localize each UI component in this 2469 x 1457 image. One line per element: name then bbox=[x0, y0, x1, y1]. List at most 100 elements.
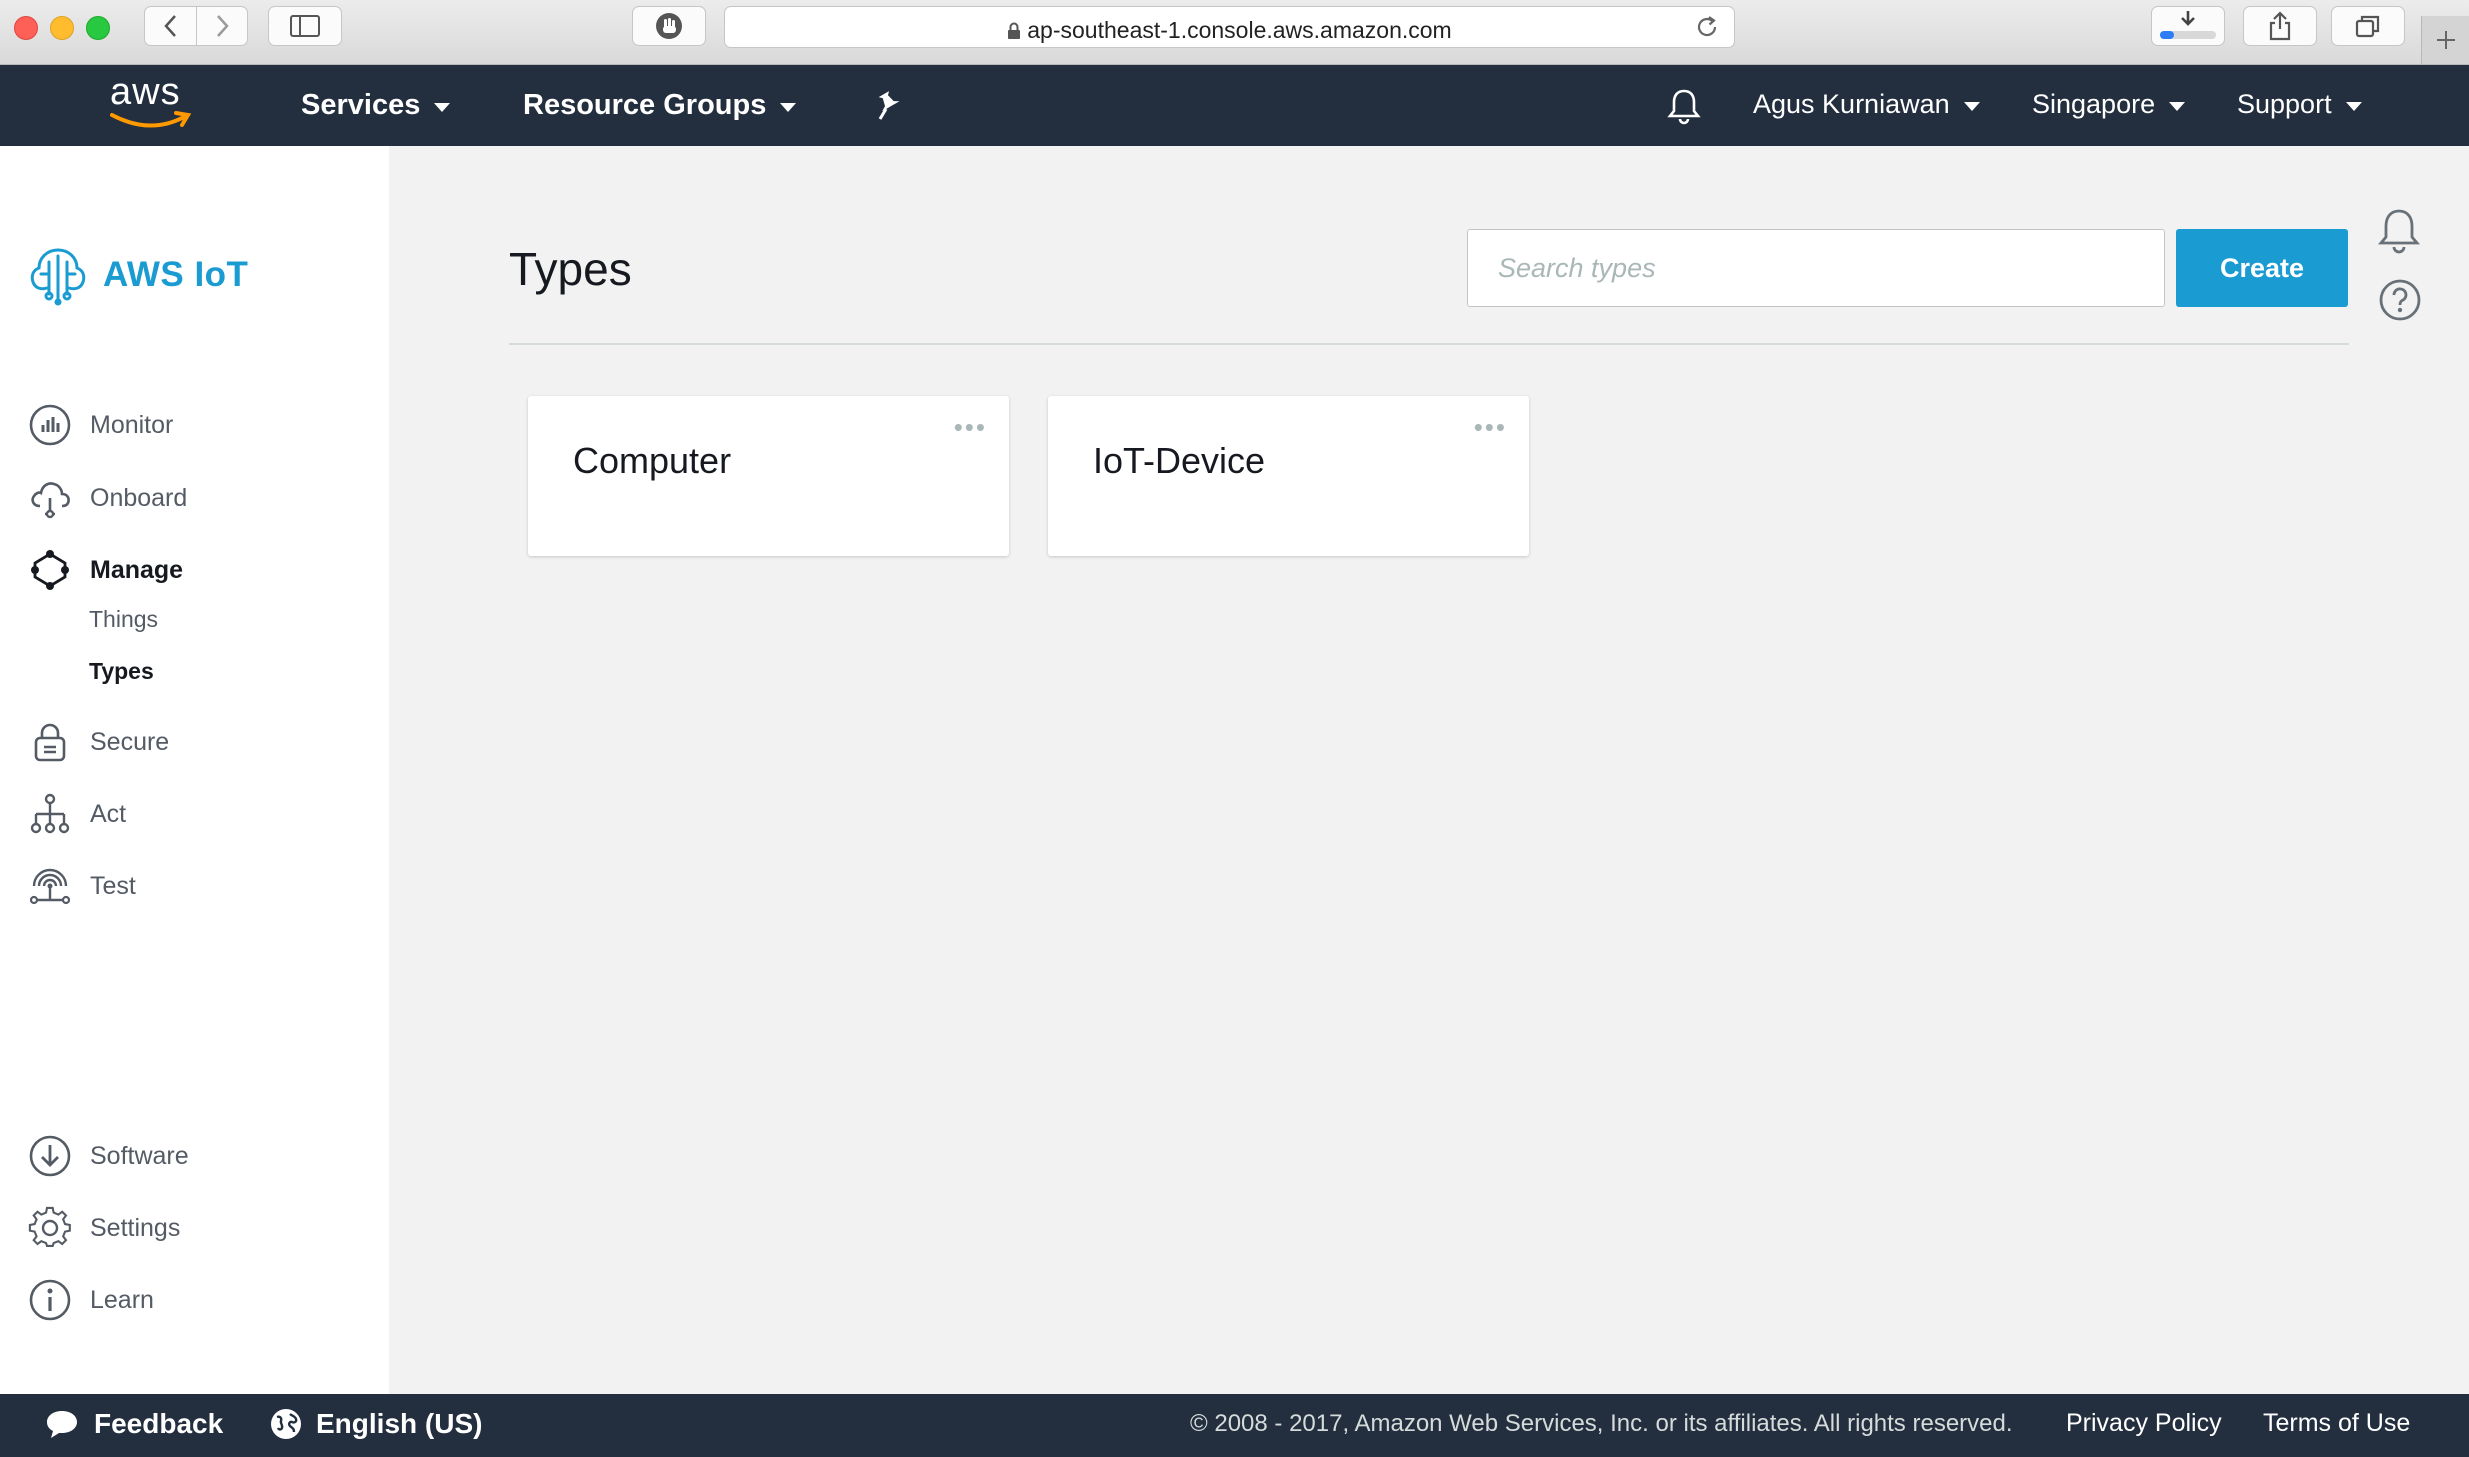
chevron-down-icon bbox=[2169, 101, 2186, 111]
url-value: ap-southeast-1.console.aws.amazon.com bbox=[1027, 17, 1452, 43]
download-icon bbox=[2160, 11, 2216, 39]
gear-icon bbox=[28, 1206, 71, 1247]
chevron-left-icon bbox=[163, 15, 176, 37]
bar-chart-icon bbox=[29, 404, 71, 446]
chevron-down-icon bbox=[434, 102, 451, 112]
address-bar[interactable]: ap-southeast-1.console.aws.amazon.com bbox=[724, 6, 1735, 48]
sidebar-item-test[interactable]: Test bbox=[28, 864, 136, 908]
sidebar-subitem-things[interactable]: Things bbox=[89, 606, 158, 633]
sidebar-item-settings[interactable]: Settings bbox=[28, 1206, 180, 1250]
header-divider bbox=[509, 343, 2349, 345]
new-tab-button[interactable] bbox=[2421, 16, 2469, 64]
sidebar-item-learn[interactable]: Learn bbox=[28, 1278, 154, 1322]
manage-icon bbox=[31, 550, 69, 590]
back-forward-buttons bbox=[144, 6, 248, 46]
download-icon bbox=[29, 1135, 71, 1177]
sidebar-item-onboard[interactable]: Onboard bbox=[28, 476, 187, 520]
resource-groups-menu[interactable]: Resource Groups bbox=[523, 89, 797, 122]
hand-icon bbox=[656, 13, 682, 39]
sidebar-item-label: Manage bbox=[90, 555, 184, 584]
help-icon bbox=[2379, 279, 2421, 321]
chevron-down-icon bbox=[1963, 101, 1980, 111]
lock-icon bbox=[34, 723, 66, 762]
aws-iot-brand[interactable]: AWS IoT bbox=[27, 244, 248, 306]
pin-button[interactable] bbox=[874, 89, 904, 121]
cloud-icon bbox=[31, 482, 70, 519]
aws-smile-icon bbox=[110, 111, 192, 128]
card-menu-icon[interactable]: ••• bbox=[1474, 414, 1507, 440]
type-card-iot-device[interactable]: ••• IoT-Device bbox=[1048, 396, 1529, 556]
sidebar-item-manage[interactable]: Manage bbox=[28, 548, 183, 592]
account-menu[interactable]: Agus Kurniawan bbox=[1753, 89, 1980, 120]
notifications-panel-button[interactable] bbox=[2376, 206, 2422, 254]
privacy-extension-button[interactable] bbox=[632, 6, 706, 46]
sidebar-toggle-button[interactable] bbox=[268, 6, 342, 46]
type-card-title: IoT-Device bbox=[1093, 440, 1266, 481]
chevron-right-icon bbox=[216, 15, 229, 37]
card-menu-icon[interactable]: ••• bbox=[954, 414, 987, 440]
region-label: Singapore bbox=[2032, 89, 2156, 119]
sidebar-item-monitor[interactable]: Monitor bbox=[28, 403, 173, 447]
terms-of-use-link[interactable]: Terms of Use bbox=[2263, 1409, 2410, 1438]
services-menu[interactable]: Services bbox=[301, 89, 451, 122]
url-text: ap-southeast-1.console.aws.amazon.com bbox=[725, 17, 1734, 44]
type-card-title: Computer bbox=[573, 440, 732, 481]
language-label: English (US) bbox=[316, 1408, 483, 1439]
privacy-policy-link[interactable]: Privacy Policy bbox=[2066, 1409, 2222, 1438]
broadcast-icon bbox=[29, 868, 71, 905]
sidebar-item-label: Test bbox=[90, 871, 136, 900]
sidebar-item-label: Settings bbox=[90, 1213, 181, 1242]
support-label: Support bbox=[2237, 89, 2332, 119]
tabs-icon bbox=[2355, 15, 2380, 38]
share-icon bbox=[2269, 11, 2291, 41]
sidebar-item-label: Monitor bbox=[90, 410, 174, 439]
speech-bubble-icon bbox=[47, 1411, 77, 1438]
search-input[interactable] bbox=[1467, 229, 2165, 307]
plus-icon bbox=[2437, 31, 2455, 49]
sidebar-item-software[interactable]: Software bbox=[28, 1134, 189, 1178]
bell-icon bbox=[2378, 209, 2420, 254]
type-card-computer[interactable]: ••• Computer bbox=[528, 396, 1009, 556]
share-button[interactable] bbox=[2243, 6, 2317, 46]
copyright-text: © 2008 - 2017, Amazon Web Services, Inc.… bbox=[1190, 1410, 2013, 1437]
reload-icon[interactable] bbox=[1694, 14, 1720, 40]
minimize-window-button[interactable] bbox=[50, 16, 74, 40]
forward-button[interactable] bbox=[197, 7, 247, 45]
resource-groups-label: Resource Groups bbox=[523, 89, 767, 121]
sidebar-subitem-types[interactable]: Types bbox=[89, 658, 154, 685]
services-label: Services bbox=[301, 89, 421, 121]
sidebar: AWS IoT Monitor Onboard Manage Things Ty… bbox=[0, 146, 389, 1394]
maximize-window-button[interactable] bbox=[86, 16, 110, 40]
chevron-down-icon bbox=[780, 102, 797, 112]
lock-icon bbox=[1008, 22, 1021, 39]
downloads-button[interactable] bbox=[2151, 6, 2225, 46]
close-window-button[interactable] bbox=[14, 16, 38, 40]
tab-overview-button[interactable] bbox=[2331, 6, 2405, 46]
aws-logo[interactable]: aws bbox=[108, 71, 194, 133]
sidebar-item-label: Software bbox=[90, 1141, 189, 1170]
sidebar-item-label: Learn bbox=[90, 1285, 154, 1314]
sidebar-item-label: Secure bbox=[90, 727, 170, 756]
feedback-link[interactable]: Feedback bbox=[44, 1408, 223, 1440]
sidebar-item-act[interactable]: Act bbox=[28, 792, 126, 836]
region-menu[interactable]: Singapore bbox=[2032, 89, 2186, 120]
back-button[interactable] bbox=[146, 7, 197, 45]
support-menu[interactable]: Support bbox=[2237, 89, 2362, 120]
aws-iot-logo-icon bbox=[30, 248, 86, 306]
help-button[interactable] bbox=[2378, 278, 2422, 322]
browser-toolbar: ap-southeast-1.console.aws.amazon.com bbox=[0, 0, 2469, 65]
aws-logo-text: aws bbox=[110, 71, 181, 113]
pin-icon bbox=[878, 91, 900, 120]
footer: Feedback English (US) © 2008 - 2017, Ama… bbox=[0, 1394, 2469, 1457]
globe-icon bbox=[271, 1409, 301, 1439]
chevron-down-icon bbox=[2345, 101, 2362, 111]
sidebar-item-label: Act bbox=[90, 799, 127, 828]
notifications-button[interactable] bbox=[1667, 87, 1701, 125]
aws-top-nav: aws Services Resource Groups Agus Kurnia… bbox=[0, 65, 2469, 146]
page-title: Types bbox=[509, 243, 632, 295]
aws-iot-brand-text: AWS IoT bbox=[103, 255, 249, 294]
sidebar-item-secure[interactable]: Secure bbox=[28, 720, 169, 764]
create-button[interactable]: Create bbox=[2176, 229, 2348, 307]
language-selector[interactable]: English (US) bbox=[270, 1408, 482, 1440]
sidebar-item-label: Onboard bbox=[90, 483, 188, 512]
